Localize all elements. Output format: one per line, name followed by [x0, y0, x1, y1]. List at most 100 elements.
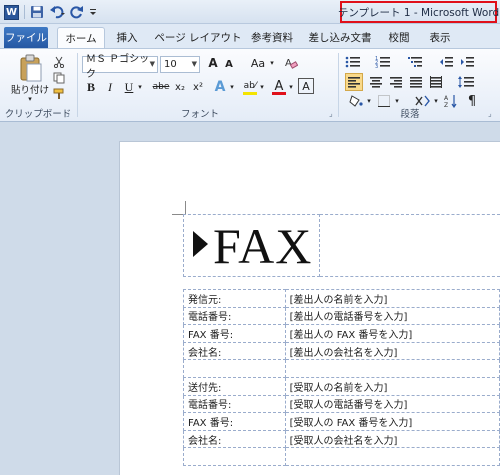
tab-home[interactable]: ホーム — [57, 27, 105, 48]
line-spacing-icon[interactable] — [456, 73, 476, 91]
tab-review[interactable]: 校閲 — [381, 27, 417, 48]
tab-page-layout[interactable]: ページ レイアウト — [150, 27, 246, 48]
recipient-fax-value[interactable]: [受取人の FAX 番号を入力] — [284, 412, 500, 431]
paragraph-dialog-launcher-icon[interactable]: ⌟ — [488, 109, 492, 118]
chevron-down-icon[interactable]: ▼ — [192, 60, 197, 68]
chevron-down-icon[interactable]: ▼ — [150, 60, 155, 68]
decrease-indent-icon[interactable] — [437, 54, 455, 70]
customize-qat-icon[interactable] — [89, 4, 97, 20]
clipboard-group-label: クリップボード — [4, 109, 72, 120]
justify-icon[interactable] — [407, 73, 425, 91]
subscript-button[interactable]: x₂ — [173, 79, 187, 95]
shrink-font-button[interactable]: A — [222, 57, 236, 71]
clear-formatting-icon[interactable]: A — [283, 55, 299, 71]
chevron-down-icon[interactable]: ▾ — [136, 82, 144, 92]
ribbon-tabs: ファイル ホーム 挿入 ページ レイアウト 参考資料 差し込み文書 校閲 表示 — [0, 24, 500, 48]
fax-title-right-cell[interactable] — [320, 214, 500, 277]
format-painter-icon[interactable] — [52, 87, 66, 101]
spacer-cell[interactable] — [183, 447, 286, 466]
font-size-combo[interactable]: 10 ▼ — [160, 56, 200, 73]
title-bar: W テンプレート 1 - Microsoft Word — [0, 0, 500, 24]
numbering-icon[interactable]: 123 — [373, 54, 393, 70]
grow-font-button[interactable]: A — [205, 55, 221, 71]
sender-phone-value[interactable]: [差出人の電話番号を入力] — [284, 306, 500, 326]
highlight-label: ab⁄ — [243, 81, 257, 91]
spacer-cell[interactable] — [284, 447, 500, 466]
highlight-color-button[interactable]: ab⁄ — [242, 77, 258, 95]
save-icon[interactable] — [30, 4, 44, 20]
italic-button[interactable]: I — [104, 79, 116, 95]
show-formatting-marks-icon[interactable]: ¶ — [463, 93, 481, 109]
table-row: 電話番号: [差出人の電話番号を入力] — [183, 306, 500, 326]
chevron-down-icon[interactable]: ▾ — [287, 82, 295, 92]
align-center-icon[interactable] — [367, 73, 385, 91]
bold-button[interactable]: B — [84, 79, 98, 95]
multilevel-list-icon[interactable] — [405, 54, 425, 70]
sender-company-value[interactable]: [差出人の会社名を入力] — [284, 341, 500, 361]
strikethrough-button[interactable]: abe — [150, 79, 172, 95]
table-row: 会社名: [受取人の会社名を入力] — [183, 429, 500, 449]
table-row: 会社名: [差出人の会社名を入力] — [183, 341, 500, 361]
font-group-label: フォント — [180, 109, 219, 120]
recipient-fax-label[interactable]: FAX 番号: — [183, 412, 286, 431]
paste-dropdown-icon[interactable]: ▾ — [26, 95, 34, 103]
bullets-icon[interactable] — [343, 54, 363, 70]
copy-icon[interactable] — [52, 71, 66, 85]
paste-icon[interactable] — [18, 54, 44, 84]
chevron-down-icon[interactable]: ▾ — [228, 82, 236, 92]
table-row: 電話番号: [受取人の電話番号を入力] — [183, 394, 500, 414]
chevron-down-icon[interactable]: ▾ — [432, 96, 440, 106]
recipient-label[interactable]: 送付先: — [183, 376, 286, 396]
fax-info-table: 発信元: [差出人の名前を入力] 電話番号: [差出人の電話番号を入力] FAX… — [183, 289, 500, 466]
character-border-button[interactable]: A — [298, 78, 314, 94]
recipient-phone-value[interactable]: [受取人の電話番号を入力] — [284, 394, 500, 414]
tab-file[interactable]: ファイル — [4, 27, 48, 48]
ribbon-home: 貼り付け ▾ クリップボード ⌟ ＭＳ Ｐゴシック ▼ 10 ▼ A A Aa … — [0, 48, 500, 122]
superscript-button[interactable]: x² — [191, 79, 205, 95]
svg-text:A: A — [285, 58, 292, 69]
sender-fax-value[interactable]: [差出人の FAX 番号を入力] — [284, 324, 500, 343]
underline-button[interactable]: U — [122, 79, 136, 95]
qat-separator — [24, 5, 25, 19]
recipient-phone-label[interactable]: 電話番号: — [183, 394, 286, 414]
align-left-icon[interactable] — [345, 73, 363, 91]
font-size-value: 10 — [164, 59, 177, 70]
undo-icon[interactable] — [49, 4, 65, 20]
sender-company-label[interactable]: 会社名: — [183, 341, 286, 361]
recipient-company-label[interactable]: 会社名: — [183, 429, 286, 449]
redo-icon[interactable] — [70, 4, 84, 20]
spacer-cell[interactable] — [284, 359, 500, 378]
word-logo-icon[interactable]: W — [4, 4, 19, 20]
table-row — [183, 447, 500, 466]
table-row: FAX 番号: [差出人の FAX 番号を入力] — [183, 324, 500, 343]
chevron-down-icon[interactable]: ▾ — [393, 96, 401, 106]
recipient-value[interactable]: [受取人の名前を入力] — [284, 376, 500, 396]
chevron-down-icon[interactable]: ▾ — [365, 96, 373, 106]
sender-phone-label[interactable]: 電話番号: — [183, 306, 286, 326]
increase-indent-icon[interactable] — [458, 54, 476, 70]
sender-fax-label[interactable]: FAX 番号: — [183, 324, 286, 343]
text-effect-button[interactable]: A — [213, 78, 227, 96]
recipient-company-value[interactable]: [受取人の会社名を入力] — [284, 429, 500, 449]
spacer-cell[interactable] — [183, 359, 286, 378]
distributed-icon[interactable] — [427, 73, 445, 91]
cut-icon[interactable] — [52, 55, 66, 69]
change-case-button[interactable]: Aa — [248, 55, 268, 71]
font-color-swatch — [272, 92, 286, 95]
chevron-down-icon[interactable]: ▾ — [258, 82, 266, 92]
paste-button[interactable]: 貼り付け — [10, 83, 50, 96]
sender-label[interactable]: 発信元: — [183, 289, 286, 308]
align-right-icon[interactable] — [387, 73, 405, 91]
sender-value[interactable]: [差出人の名前を入力] — [284, 289, 500, 308]
tab-insert[interactable]: 挿入 — [108, 27, 146, 48]
font-dialog-launcher-icon[interactable]: ⌟ — [329, 109, 333, 118]
tab-references[interactable]: 参考資料 — [245, 27, 299, 48]
tab-view[interactable]: 表示 — [420, 27, 460, 48]
clipboard-dialog-launcher-icon[interactable]: ⌟ — [66, 109, 70, 118]
tab-mailings[interactable]: 差し込み文書 — [302, 27, 378, 48]
group-separator — [338, 53, 339, 117]
font-color-button[interactable]: A — [272, 77, 286, 95]
chevron-down-icon[interactable]: ▾ — [268, 58, 276, 68]
font-name-combo[interactable]: ＭＳ Ｐゴシック ▼ — [82, 54, 158, 80]
table-row: 発信元: [差出人の名前を入力] — [183, 289, 500, 308]
